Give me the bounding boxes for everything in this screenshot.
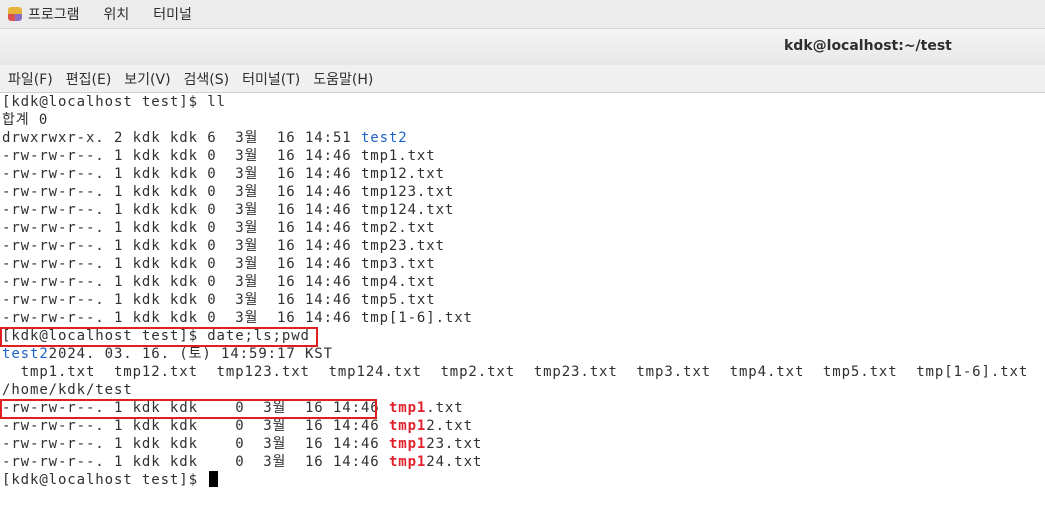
terminal-line: [kdk@localhost test]$ ll [2,94,226,110]
window-titlebar[interactable]: kdk@localhost:~/test [0,28,1045,66]
directory-name: test2 [360,130,408,146]
applications-icon[interactable] [8,7,22,21]
grep-match: tmp1 [388,400,427,416]
menu-terminal[interactable]: 터미널(T) [242,69,300,89]
grep-match: tmp1 [388,436,427,452]
topbar-places[interactable]: 위치 [104,4,130,24]
terminal-line: -rw-rw-r--. 1 kdk kdk 0 3월 16 14:46 tmp3… [2,256,436,272]
menu-bar: 파일(F) 편집(E) 보기(V) 검색(S) 터미널(T) 도움말(H) [0,65,1045,93]
terminal-line: -rw-rw-r--. 1 kdk kdk 0 3월 16 14:46 tmp1… [2,166,445,182]
terminal-line: drwxrwxr-x. 2 kdk kdk 6 3월 16 14:51 test… [2,130,408,146]
text-cursor [209,471,219,487]
terminal-output-area[interactable]: [kdk@localhost test]$ ll 합계 0 drwxrwxr-x… [0,93,1045,517]
window-title: kdk@localhost:~/test [784,38,952,54]
grep-result-line: -rw-rw-r--. 1 kdk kdk 0 3월 16 14:46 tmp1… [2,418,473,434]
grep-result-line: -rw-rw-r--. 1 kdk kdk 0 3월 16 14:46 tmp1… [2,436,483,452]
topbar-applications[interactable]: 프로그램 [28,4,80,24]
terminal-line: -rw-rw-r--. 1 kdk kdk 0 3월 16 14:46 tmp[… [2,310,473,326]
topbar-terminal[interactable]: 터미널 [153,4,192,24]
gnome-top-bar: 프로그램 위치 터미널 [0,0,1045,28]
terminal-line: test22024. 03. 16. (토) 14:59:17 KST [2,346,333,362]
terminal-line: -rw-rw-r--. 1 kdk kdk 0 3월 16 14:46 tmp1… [2,202,455,218]
highlight-box-date-command [0,327,318,347]
terminal-prompt-line[interactable]: [kdk@localhost test]$ [2,471,219,489]
grep-match: tmp1 [388,454,427,470]
menu-search[interactable]: 검색(S) [184,69,230,89]
menu-help[interactable]: 도움말(H) [313,69,373,89]
menu-view[interactable]: 보기(V) [124,69,170,89]
terminal-line: -rw-rw-r--. 1 kdk kdk 0 3월 16 14:46 tmp5… [2,292,436,308]
directory-name: test2 [2,346,49,362]
highlight-box-grep-command [0,399,377,419]
shell-prompt: [kdk@localhost test]$ [2,472,208,488]
menu-edit[interactable]: 편집(E) [66,69,112,89]
terminal-line: -rw-rw-r--. 1 kdk kdk 0 3월 16 14:46 tmp2… [2,238,445,254]
terminal-line: /home/kdk/test [2,382,133,398]
terminal-line: -rw-rw-r--. 1 kdk kdk 0 3월 16 14:46 tmp1… [2,148,436,164]
menu-file[interactable]: 파일(F) [8,69,53,89]
terminal-line: -rw-rw-r--. 1 kdk kdk 0 3월 16 14:46 tmp2… [2,220,436,236]
grep-result-line: -rw-rw-r--. 1 kdk kdk 0 3월 16 14:46 tmp1… [2,454,483,470]
terminal-line: tmp1.txt tmp12.txt tmp123.txt tmp124.txt… [2,364,1029,380]
terminal-line: -rw-rw-r--. 1 kdk kdk 0 3월 16 14:46 tmp1… [2,184,455,200]
terminal-line: 합계 0 [2,112,49,128]
terminal-line: -rw-rw-r--. 1 kdk kdk 0 3월 16 14:46 tmp4… [2,274,436,290]
grep-match: tmp1 [388,418,427,434]
